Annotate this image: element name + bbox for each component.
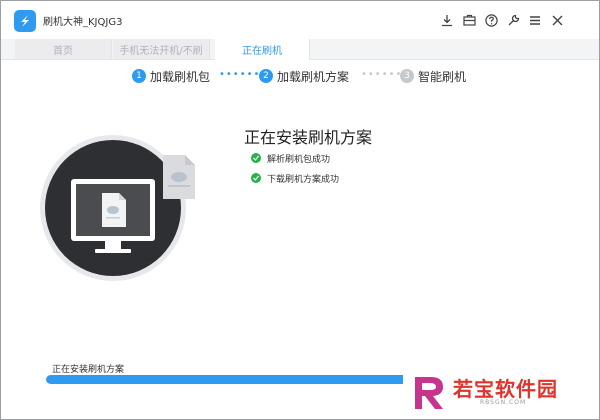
title-bar-actions xyxy=(439,11,589,29)
tab-bar: 首页 手机无法开机/不刷 正在刷机 xyxy=(1,39,599,60)
watermark-subtext: RBSGN.COM xyxy=(480,399,527,406)
menu-icon[interactable] xyxy=(527,11,543,29)
step-2-number: 2 xyxy=(259,69,273,83)
check-icon xyxy=(251,153,261,163)
status-item-text: 下载刷机方案成功 xyxy=(267,175,340,185)
progress-bar-fill xyxy=(46,375,465,384)
step-1-label: 加载刷机包 xyxy=(150,70,211,84)
step-3-label: 智能刷机 xyxy=(418,70,467,84)
step-indicator: 1 加载刷机包 ••••••• 2 加载刷机方案 ••••••• 3 智能刷机 xyxy=(1,65,599,89)
app-window: 刷机大神_KJQJG3 首页 手机无法开机/不刷 正在刷机 1 加载刷机包 ••… xyxy=(0,0,600,420)
status-item-text: 解析刷机包成功 xyxy=(267,155,331,165)
status-title: 正在安装刷机方案 xyxy=(244,128,373,147)
app-logo-icon xyxy=(14,10,36,32)
flashing-illustration xyxy=(39,133,195,283)
step-2-label: 加载刷机方案 xyxy=(277,70,350,84)
toolbox-icon[interactable] xyxy=(461,11,477,29)
close-icon[interactable] xyxy=(549,11,565,29)
tab-home[interactable]: 首页 xyxy=(15,39,112,59)
help-icon[interactable] xyxy=(483,11,499,29)
tab-phone-wont-boot[interactable]: 手机无法开机/不刷 xyxy=(113,39,210,59)
watermark-text: 若宝软件园 xyxy=(453,377,558,401)
step-3-number: 3 xyxy=(400,69,414,83)
title-bar: 刷机大神_KJQJG3 xyxy=(1,1,599,39)
check-icon xyxy=(251,173,261,183)
wrench-icon[interactable] xyxy=(505,11,521,29)
progress-label: 正在安装刷机方案 xyxy=(52,365,125,375)
watermark-logo-icon xyxy=(415,377,443,409)
tab-flashing[interactable]: 正在刷机 xyxy=(215,39,310,60)
window-title: 刷机大神_KJQJG3 xyxy=(43,17,123,28)
step-1-number: 1 xyxy=(132,69,146,83)
download-icon[interactable] xyxy=(439,11,455,29)
watermark: 若宝软件园 RBSGN.COM xyxy=(403,371,593,413)
